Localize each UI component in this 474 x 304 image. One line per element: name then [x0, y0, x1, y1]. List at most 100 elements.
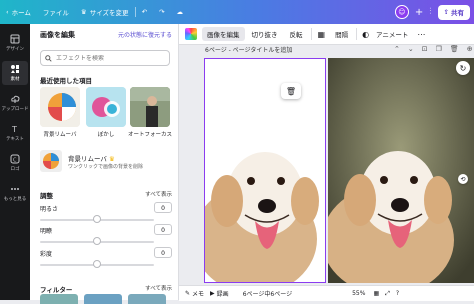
edit-image-button[interactable]: 画像を編集 [202, 27, 245, 41]
filter-see-all[interactable]: すべて表示 [145, 284, 172, 292]
rail-item-text[interactable]: T テキスト [0, 124, 30, 142]
recent-bg-remover-thumb[interactable] [40, 87, 80, 127]
animate-icon: ◐ [362, 29, 370, 39]
animate-button[interactable]: アニメート [371, 27, 413, 41]
filter-thumb[interactable] [128, 294, 166, 304]
rail-item-upload[interactable]: アップロード [0, 94, 30, 112]
blur-image [86, 87, 126, 127]
svg-text:C: C [13, 158, 17, 164]
slider-value[interactable]: 0 [154, 247, 172, 258]
rail-item-elements[interactable]: 素材 [0, 61, 30, 85]
filter-thumb[interactable] [40, 294, 78, 304]
adjust-see-all[interactable]: すべて表示 [145, 190, 172, 198]
page-actions: ⌃ ⌄ ⊡ ❐ 🗑 ⊕ [394, 45, 473, 53]
rail-item-design[interactable]: デザイン [0, 34, 30, 52]
recent-label: オートフォーカス [128, 132, 173, 138]
spacing-button[interactable]: 間隔 [330, 27, 353, 41]
add-page-icon[interactable]: ⊕ [467, 45, 473, 53]
search-icon [45, 54, 52, 62]
page-count[interactable]: 6ページ中6ページ [243, 289, 292, 298]
help-button[interactable]: ? [396, 290, 399, 297]
cloud-sync-button[interactable]: ☁ [170, 0, 189, 24]
clarity-slider[interactable]: 明瞭 0 [40, 224, 172, 246]
delete-page-icon[interactable]: 🗑 [450, 45, 459, 53]
slider-handle[interactable] [93, 260, 101, 268]
design-canvas: 6ページ - ページタイトルを追加 ⌃ ⌄ ⊡ ❐ 🗑 ⊕ 🗑 ↻ ⟲ [179, 45, 474, 285]
resize-button[interactable]: ♛ サイズを変更 [75, 0, 135, 24]
notes-button[interactable]: ✎ メモ [185, 289, 204, 298]
lock-icon[interactable]: ⊡ [422, 45, 428, 53]
elements-icon [11, 65, 19, 73]
reset-link[interactable]: 元の状態に復元する [118, 30, 172, 39]
brightness-slider[interactable]: 明るさ 0 [40, 202, 172, 224]
insights-icon[interactable]: ⫶ [429, 7, 431, 17]
crown-icon: ♛ [80, 8, 87, 16]
color-picker-icon[interactable] [185, 28, 197, 40]
redo-icon: ↷ [159, 8, 165, 16]
recent-label: ぼかし [97, 132, 115, 138]
undo-button[interactable]: ↶ [136, 0, 153, 24]
recent-autofocus-thumb[interactable] [130, 87, 170, 127]
filter-thumb[interactable] [84, 294, 122, 304]
recent-blur-thumb[interactable] [86, 87, 126, 127]
grid-view-icon: ▦ [373, 290, 380, 297]
home-label: ホーム [11, 9, 31, 17]
add-collaborator-icon[interactable]: + [415, 7, 423, 18]
rail-item-logo[interactable]: C ロゴ [0, 154, 30, 172]
svg-text:T: T [11, 125, 17, 134]
record-button[interactable]: ▶ 録画 [210, 289, 229, 298]
rotate-handle[interactable]: ⟲ [458, 174, 468, 184]
divider [356, 28, 358, 40]
camera-icon: ▶ [210, 290, 215, 297]
bottom-bar: ✎ メモ ▶ 録画 6ページ中6ページ 55% ▦ ⤢ ? [179, 285, 474, 301]
effect-search[interactable] [40, 50, 170, 66]
layout-icon [10, 34, 20, 44]
slider-label: 明瞭 [40, 228, 53, 235]
duplicate-page-icon[interactable]: ❐ [436, 45, 442, 53]
rail-label: アップロード [1, 107, 29, 112]
chevron-left-icon: ‹ [6, 8, 9, 16]
share-icon: ⇪ [443, 8, 449, 16]
bg-remover-image [40, 150, 62, 172]
crop-button[interactable]: 切り抜き [247, 27, 283, 41]
grid-icon[interactable]: ▦ [318, 30, 326, 39]
chevron-down-icon[interactable]: ⌄ [408, 45, 414, 53]
page-bg-removed[interactable]: 🗑 [204, 58, 326, 283]
delete-popup[interactable]: 🗑 [281, 83, 301, 99]
autofocus-image [130, 87, 170, 127]
edit-image-panel: 画像を編集 元の状態に復元する 最近使用した項目 背景リムーバ [30, 24, 179, 304]
page-original[interactable] [328, 58, 474, 283]
grid-view-button[interactable]: ▦ [373, 290, 379, 297]
slider-label: 明るさ [40, 206, 59, 213]
crown-icon: ♛ [109, 155, 115, 163]
more-icon[interactable]: ⋯ [417, 30, 425, 39]
adjust-title: 調整 [40, 192, 53, 200]
slider-label: 彩度 [40, 251, 53, 258]
file-menu[interactable]: ファイル [37, 0, 75, 24]
rail-label: デザイン [6, 47, 24, 52]
rail-label: もっと見る [3, 197, 27, 202]
saturation-slider[interactable]: 彩度 0 [40, 247, 172, 269]
rotate-icon: ⟲ [460, 175, 466, 183]
slider-handle[interactable] [93, 215, 101, 223]
avatar[interactable]: ☺ [394, 5, 409, 19]
slider-value[interactable]: 0 [154, 202, 172, 213]
top-bar: ‹ ホーム ファイル ♛ サイズを変更 ↶ ↷ ☁ ☺ + ⫶ ⇪ 共有 [0, 0, 474, 24]
cloud-icon: ☁ [176, 8, 183, 16]
bg-remover-feature[interactable]: 背景リムーバ ♛ ワンクリックで画像の背景を削除 [40, 148, 170, 176]
search-input[interactable] [56, 54, 166, 62]
fullscreen-button[interactable]: ⤢ [385, 290, 390, 298]
rail-label: 素材 [10, 77, 20, 82]
redo-button[interactable]: ↷ [153, 0, 170, 24]
flip-button[interactable]: 反転 [285, 27, 308, 41]
share-button[interactable]: ⇪ 共有 [437, 4, 470, 20]
recent-label: 背景リムーバ [43, 132, 77, 138]
rail-item-more[interactable]: もっと見る [0, 184, 30, 202]
page-title[interactable]: 6ページ - ページタイトルを追加 [205, 45, 292, 54]
zoom-level[interactable]: 55% [352, 290, 365, 297]
slider-value[interactable]: 0 [154, 224, 172, 235]
slider-handle[interactable] [93, 237, 101, 245]
chevron-up-icon[interactable]: ⌃ [394, 45, 400, 53]
home-button[interactable]: ‹ ホーム [0, 0, 37, 24]
refresh-button[interactable]: ↻ [456, 61, 470, 75]
